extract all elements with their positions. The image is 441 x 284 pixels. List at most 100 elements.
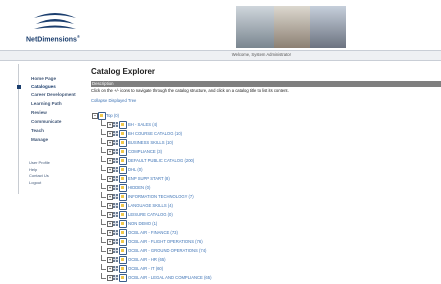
- catalog-grid-icon: [113, 248, 118, 253]
- folder-icon: [119, 247, 127, 255]
- tree-connector-line: [101, 165, 106, 171]
- folder-icon: [119, 274, 127, 282]
- sidebar-divider: [18, 64, 19, 194]
- catalog-grid-icon: [113, 176, 118, 181]
- catalog-grid-icon: [113, 203, 118, 208]
- catalog-grid-icon: [113, 194, 118, 199]
- tree-connector-line: [101, 228, 106, 234]
- page-title: Catalog Explorer: [91, 67, 156, 76]
- tree-node-label[interactable]: BH COURSE CATALOG (10): [128, 131, 182, 136]
- tree-connector-line: [101, 219, 106, 225]
- tree-connector-line: [101, 192, 106, 198]
- tree-node-label[interactable]: COMPLIANCE (3): [128, 149, 162, 154]
- catalog-grid-icon: [113, 212, 118, 217]
- tree-node-label[interactable]: BUSINESS SKILLS (10): [128, 140, 173, 145]
- tree-connector-line: [101, 183, 106, 189]
- tree-node-label[interactable]: DEFAULT PUBLIC CATALOG (200): [128, 158, 194, 163]
- folder-icon: [119, 202, 127, 210]
- folder-icon: [119, 139, 127, 147]
- catalog-grid-icon: [113, 185, 118, 190]
- tree-node-label[interactable]: LANGUAGE SKILLS (4): [128, 203, 173, 208]
- folder-icon: [119, 175, 127, 183]
- folder-icon: [119, 166, 127, 174]
- catalog-grid-icon: [113, 266, 118, 271]
- catalog-grid-icon: [113, 221, 118, 226]
- tree-node-label[interactable]: OCBL AIR - LEGAL AND COMPLIANCE (65): [128, 275, 211, 280]
- catalog-grid-icon: [113, 239, 118, 244]
- tree-connector-line: [101, 129, 106, 135]
- tree-root-label[interactable]: Top (0): [106, 113, 119, 118]
- folder-icon: [119, 148, 127, 156]
- catalog-grid-icon: [113, 257, 118, 262]
- catalog-grid-icon: [113, 149, 118, 154]
- active-marker-icon: [17, 85, 21, 89]
- tree-connector-line: [101, 147, 106, 153]
- catalog-grid-icon: [113, 275, 118, 280]
- tree-connector-line: [101, 264, 106, 270]
- netdimensions-logo[interactable]: NetDimensions®: [26, 10, 90, 44]
- logo-text: NetDimensions®: [26, 34, 80, 44]
- link-logout[interactable]: Logout: [29, 180, 41, 185]
- collapse-tree-link[interactable]: Collapse Displayed Tree: [91, 98, 136, 103]
- tree-connector-line: [101, 255, 106, 261]
- tree-connector-line: [101, 246, 106, 252]
- tree-node-label[interactable]: INFORMATION TECHNOLOGY (7): [128, 194, 194, 199]
- tree-node-label[interactable]: ENP SUPP START (8): [128, 176, 170, 181]
- nav-teach[interactable]: Teach: [31, 128, 44, 133]
- tree-node-label[interactable]: OCBL AIR - IT (60): [128, 266, 163, 271]
- banner-photo: [236, 6, 346, 48]
- nav-home-page[interactable]: Home Page: [31, 76, 56, 81]
- folder-icon: [119, 130, 127, 138]
- folder-icon: [119, 184, 127, 192]
- nav-catalogues[interactable]: Catalogues: [31, 84, 56, 89]
- tree-connector-line: [101, 156, 106, 162]
- tree-node-label[interactable]: HIDDEN (0): [128, 185, 150, 190]
- folder-icon: [119, 121, 127, 129]
- tree-connector-line: [101, 273, 106, 279]
- folder-icon: [119, 193, 127, 201]
- link-user-profile[interactable]: User Profile: [29, 160, 50, 165]
- header: NetDimensions®: [0, 0, 441, 50]
- welcome-bar: Welcome, System Administrator: [0, 50, 441, 61]
- nav-communicate[interactable]: Communicate: [31, 119, 61, 124]
- tree-node-label[interactable]: BH - SALES (4): [128, 122, 157, 127]
- catalog-grid-icon: [113, 167, 118, 172]
- folder-icon: [119, 238, 127, 246]
- folder-icon: [119, 256, 127, 264]
- tree-connector-line: [101, 201, 106, 207]
- tree-node-label[interactable]: NON DEMO (1): [128, 221, 157, 226]
- tree-connector-line: [101, 120, 106, 126]
- link-help[interactable]: Help: [29, 167, 37, 172]
- folder-icon: [119, 229, 127, 237]
- tree-node-label[interactable]: OCBL AIR - FINANCE (73): [128, 230, 178, 235]
- folder-icon: [119, 220, 127, 228]
- tree-node-label[interactable]: LEISURE CATALOG (0): [128, 212, 173, 217]
- catalog-grid-icon: [113, 158, 118, 163]
- nav-career-development[interactable]: Career Development: [31, 92, 76, 97]
- nav-manage[interactable]: Manage: [31, 137, 48, 142]
- welcome-text: Welcome, System Administrator: [231, 52, 291, 57]
- link-contact-us[interactable]: Contact Us: [29, 173, 49, 178]
- logo-swoosh-icon: [34, 13, 76, 29]
- catalog-grid-icon: [113, 230, 118, 235]
- tree-node-label[interactable]: OCBL AIR - HR (65): [128, 257, 166, 262]
- tree-node-label[interactable]: OCBL AIR - FLIGHT OPERATIONS (76): [128, 239, 203, 244]
- catalog-grid-icon: [113, 131, 118, 136]
- description-bar: Description: [91, 81, 441, 87]
- description-label: Description: [92, 81, 114, 86]
- tree-connector-line: [101, 174, 106, 180]
- instructions-text: Click on the +/- icons to navigate throu…: [91, 88, 289, 93]
- tree-connector-line: [101, 210, 106, 216]
- folder-icon: [119, 211, 127, 219]
- folder-icon: [119, 157, 127, 165]
- tree-node-label[interactable]: DHL (0): [128, 167, 143, 172]
- nav-learning-path[interactable]: Learning Path: [31, 101, 62, 106]
- folder-icon: [119, 265, 127, 273]
- catalog-grid-icon: [113, 140, 118, 145]
- nav-review[interactable]: Review: [31, 110, 47, 115]
- tree-connector-line: [101, 138, 106, 144]
- tree-connector-line: [101, 237, 106, 243]
- catalog-grid-icon: [113, 122, 118, 127]
- folder-icon: [98, 112, 106, 120]
- tree-node-label[interactable]: OCBL AIR - GROUND OPERATIONS (74): [128, 248, 206, 253]
